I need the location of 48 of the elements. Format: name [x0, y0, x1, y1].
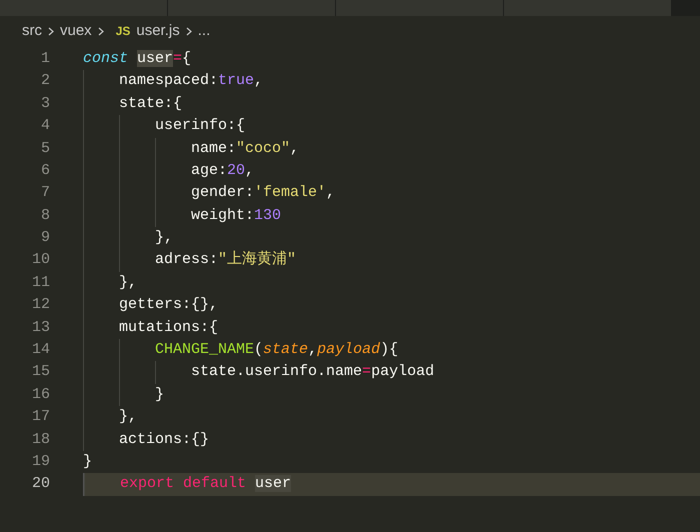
- code-line: getters:{},: [118, 295, 218, 316]
- code-line: },: [154, 228, 174, 248]
- line-number: 14: [30, 340, 50, 360]
- code-line: export default user: [119, 474, 292, 494]
- code-line: },: [118, 272, 138, 293]
- chevron-right-icon: [98, 26, 104, 36]
- line-number: 5: [40, 138, 50, 159]
- breadcrumb-item[interactable]: vuex: [60, 20, 92, 42]
- breadcrumb-item[interactable]: user.js: [136, 20, 180, 42]
- line-number: 20: [30, 474, 50, 494]
- code-line: weight:130: [190, 206, 282, 226]
- code-line: }: [154, 384, 164, 405]
- line-number: 6: [40, 160, 50, 181]
- line-number: 11: [30, 272, 50, 293]
- line-number: 9: [40, 228, 50, 248]
- line-number: 12: [30, 295, 50, 316]
- chevron-right-icon: [48, 26, 54, 36]
- line-number: 15: [30, 362, 50, 382]
- code-line: age:20,: [190, 160, 254, 181]
- line-number: 16: [30, 384, 50, 405]
- line-number: 17: [30, 407, 50, 428]
- code-line: state:{: [118, 94, 182, 114]
- code-line: state.userinfo.name=payload: [190, 362, 434, 382]
- line-number: 13: [30, 318, 50, 338]
- code-line: },: [118, 407, 138, 428]
- code-line: }: [83, 452, 92, 472]
- code-line: name:"coco",: [190, 138, 300, 159]
- breadcrumb-item[interactable]: ...: [198, 20, 210, 42]
- code-line: gender:'female',: [190, 183, 336, 204]
- line-number: 2: [40, 71, 50, 92]
- code-line: const user={: [83, 48, 192, 69]
- line-number: 4: [40, 116, 50, 136]
- line-number: 19: [30, 452, 50, 472]
- code-line: userinfo:{: [154, 116, 246, 136]
- code-line: CHANGE_NAME(state,payload){: [154, 340, 398, 360]
- line-number: 10: [30, 250, 50, 270]
- code-line: mutations:{: [118, 318, 218, 338]
- line-number: 7: [40, 183, 50, 204]
- line-number: 1: [40, 48, 50, 69]
- line-number: 3: [40, 94, 50, 114]
- chevron-right-icon: [186, 26, 192, 36]
- line-number: 18: [30, 430, 50, 450]
- line-number: 8: [40, 206, 50, 226]
- breadcrumb-item[interactable]: src: [22, 20, 42, 42]
- code-line: adress:"上海黄浦": [154, 250, 296, 270]
- code-line: namespaced:true,: [118, 71, 264, 92]
- js-file-icon: JS: [116, 22, 130, 40]
- code-line: actions:{}: [118, 430, 210, 450]
